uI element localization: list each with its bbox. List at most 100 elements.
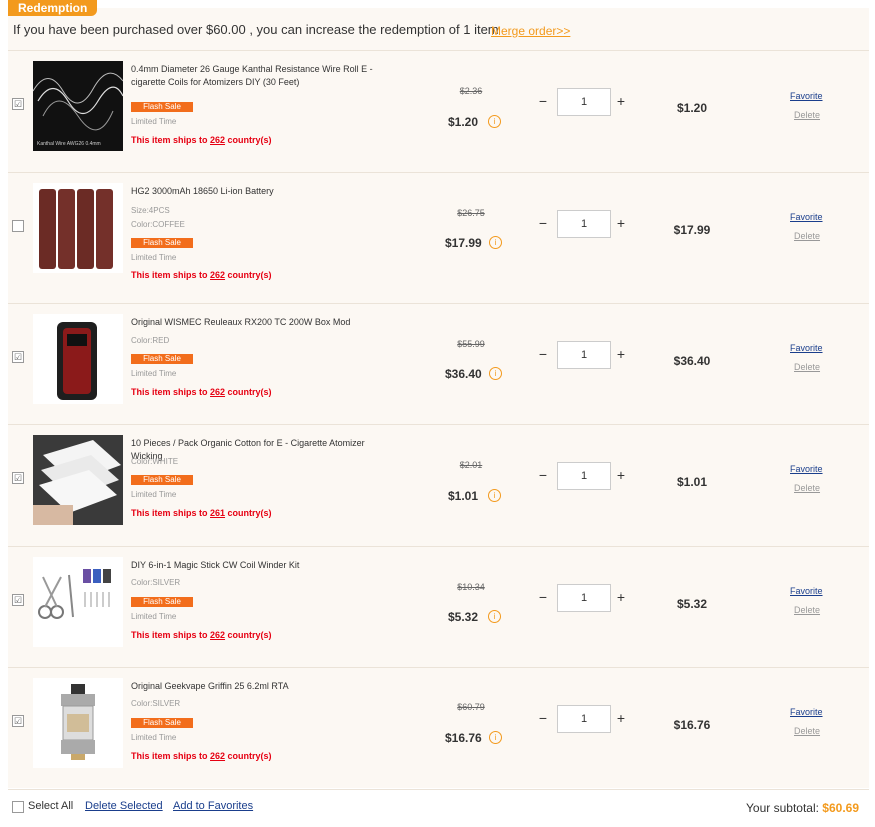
product-image-battery[interactable] (33, 183, 123, 273)
delete-selected-link[interactable]: Delete Selected (85, 800, 163, 812)
color-attribute: Color:RED (131, 336, 170, 345)
item-checkbox[interactable]: ☑ (12, 98, 24, 110)
info-circle-icon[interactable]: i (488, 115, 501, 128)
plus-icon[interactable]: + (615, 589, 627, 605)
favorite-link[interactable]: Favorite (790, 343, 823, 353)
subtotal: Your subtotal: $60.69 (746, 801, 859, 815)
select-all-label[interactable]: Select All (28, 800, 73, 812)
favorite-link[interactable]: Favorite (790, 464, 823, 474)
cart-item-row: ☑ 10 Pieces / Pack Organic Cotton for E … (8, 425, 869, 546)
redemption-tag: Redemption (8, 0, 98, 16)
minus-icon[interactable]: − (537, 710, 549, 726)
product-title[interactable]: 0.4mm Diameter 26 Gauge Kanthal Resistan… (131, 63, 391, 89)
delete-link[interactable]: Delete (794, 605, 820, 615)
info-circle-icon[interactable]: i (489, 367, 502, 380)
minus-icon[interactable]: − (537, 589, 549, 605)
cart-item-row: HG2 3000mAh 18650 Li-ion Battery Size:4P… (8, 173, 869, 294)
info-circle-icon[interactable]: i (488, 489, 501, 502)
product-title[interactable]: Original Geekvape Griffin 25 6.2ml RTA (131, 680, 391, 693)
select-all-checkbox[interactable] (12, 801, 24, 813)
flash-sale-badge: Flash Sale (131, 354, 193, 364)
favorite-link[interactable]: Favorite (790, 586, 823, 596)
quantity-input[interactable]: 1 (557, 584, 611, 612)
favorite-link[interactable]: Favorite (790, 91, 823, 101)
limited-time-label: Limited Time (131, 612, 177, 621)
delete-link[interactable]: Delete (794, 231, 820, 241)
quantity-input[interactable]: 1 (557, 210, 611, 238)
ships-info: This item ships to 262 country(s) (131, 751, 272, 761)
subtotal-label: Your subtotal: (746, 801, 823, 815)
ships-country-count: 262 (210, 135, 226, 145)
divider (8, 789, 869, 790)
flash-sale-badge: Flash Sale (131, 475, 193, 485)
minus-icon[interactable]: − (537, 215, 549, 231)
merge-order-link[interactable]: Merge order>> (491, 24, 570, 38)
minus-icon[interactable]: − (537, 346, 549, 362)
product-image-cotton[interactable] (33, 435, 123, 525)
plus-icon[interactable]: + (615, 467, 627, 483)
image-caption: Kanthal Wire AWG26 0.4mm (37, 141, 101, 147)
item-checkbox[interactable]: ☑ (12, 472, 24, 484)
cart-item-row: ☑ Kanthal Wire AWG26 0.4mm 0.4mm Diamete… (8, 51, 869, 172)
quantity-input[interactable]: 1 (557, 705, 611, 733)
product-image-rta[interactable] (33, 678, 123, 768)
item-total: $5.32 (676, 597, 708, 611)
ships-info: This item ships to 262 country(s) (131, 387, 272, 397)
original-price: $60.79 (457, 702, 485, 712)
flash-sale-badge: Flash Sale (131, 597, 193, 607)
flash-sale-badge: Flash Sale (131, 718, 193, 728)
delete-link[interactable]: Delete (794, 726, 820, 736)
sale-price: $5.32 (448, 610, 479, 624)
delete-link[interactable]: Delete (794, 362, 820, 372)
product-title[interactable]: DIY 6-in-1 Magic Stick CW Coil Winder Ki… (131, 559, 391, 572)
flash-sale-badge: Flash Sale (131, 238, 193, 248)
delete-link[interactable]: Delete (794, 483, 820, 493)
ships-country-count: 262 (210, 270, 226, 280)
info-circle-icon[interactable]: i (489, 731, 502, 744)
item-total: $1.01 (676, 475, 708, 489)
quantity-input[interactable]: 1 (557, 88, 611, 116)
ships-country-count: 262 (210, 630, 226, 640)
ships-country-count: 261 (210, 508, 226, 518)
favorite-link[interactable]: Favorite (790, 707, 823, 717)
cart-item-row: ☑ DIY 6-in-1 Magic Stick CW Coil Winder … (8, 547, 869, 668)
plus-icon[interactable]: + (615, 215, 627, 231)
limited-time-label: Limited Time (131, 117, 177, 126)
original-price: $55.99 (457, 339, 485, 349)
item-checkbox[interactable] (12, 220, 24, 232)
favorite-link[interactable]: Favorite (790, 212, 823, 222)
item-total: $1.20 (676, 101, 708, 115)
product-image-coil-winder[interactable] (33, 557, 123, 647)
product-image-kanthal-wire[interactable]: Kanthal Wire AWG26 0.4mm (33, 61, 123, 151)
ships-info: This item ships to 261 country(s) (131, 508, 272, 518)
limited-time-label: Limited Time (131, 490, 177, 499)
info-circle-icon[interactable]: i (488, 610, 501, 623)
item-checkbox[interactable]: ☑ (12, 715, 24, 727)
size-attribute: Size:4PCS (131, 206, 170, 215)
product-image-box-mod[interactable] (33, 314, 123, 404)
minus-icon[interactable]: − (537, 467, 549, 483)
cart-item-row: ☑ Original WISMEC Reuleaux RX200 TC 200W… (8, 304, 869, 425)
cart-item-row: ☑ Original Geekvape Griffin 25 6.2ml RTA… (8, 668, 869, 789)
item-total: $17.99 (673, 223, 711, 237)
info-circle-icon[interactable]: i (489, 236, 502, 249)
minus-icon[interactable]: − (537, 93, 549, 109)
item-total: $16.76 (673, 718, 711, 732)
quantity-input[interactable]: 1 (557, 462, 611, 490)
limited-time-label: Limited Time (131, 253, 177, 262)
product-title[interactable]: HG2 3000mAh 18650 Li-ion Battery (131, 185, 391, 198)
item-total: $36.40 (673, 354, 711, 368)
delete-link[interactable]: Delete (794, 110, 820, 120)
plus-icon[interactable]: + (615, 710, 627, 726)
original-price: $10.34 (457, 582, 485, 592)
quantity-input[interactable]: 1 (557, 341, 611, 369)
item-checkbox[interactable]: ☑ (12, 594, 24, 606)
plus-icon[interactable]: + (615, 93, 627, 109)
plus-icon[interactable]: + (615, 346, 627, 362)
item-checkbox[interactable]: ☑ (12, 351, 24, 363)
add-to-favorites-link[interactable]: Add to Favorites (173, 800, 253, 812)
ships-country-count: 262 (210, 387, 226, 397)
product-title[interactable]: Original WISMEC Reuleaux RX200 TC 200W B… (131, 316, 391, 329)
sale-price: $17.99 (445, 236, 482, 250)
limited-time-label: Limited Time (131, 369, 177, 378)
